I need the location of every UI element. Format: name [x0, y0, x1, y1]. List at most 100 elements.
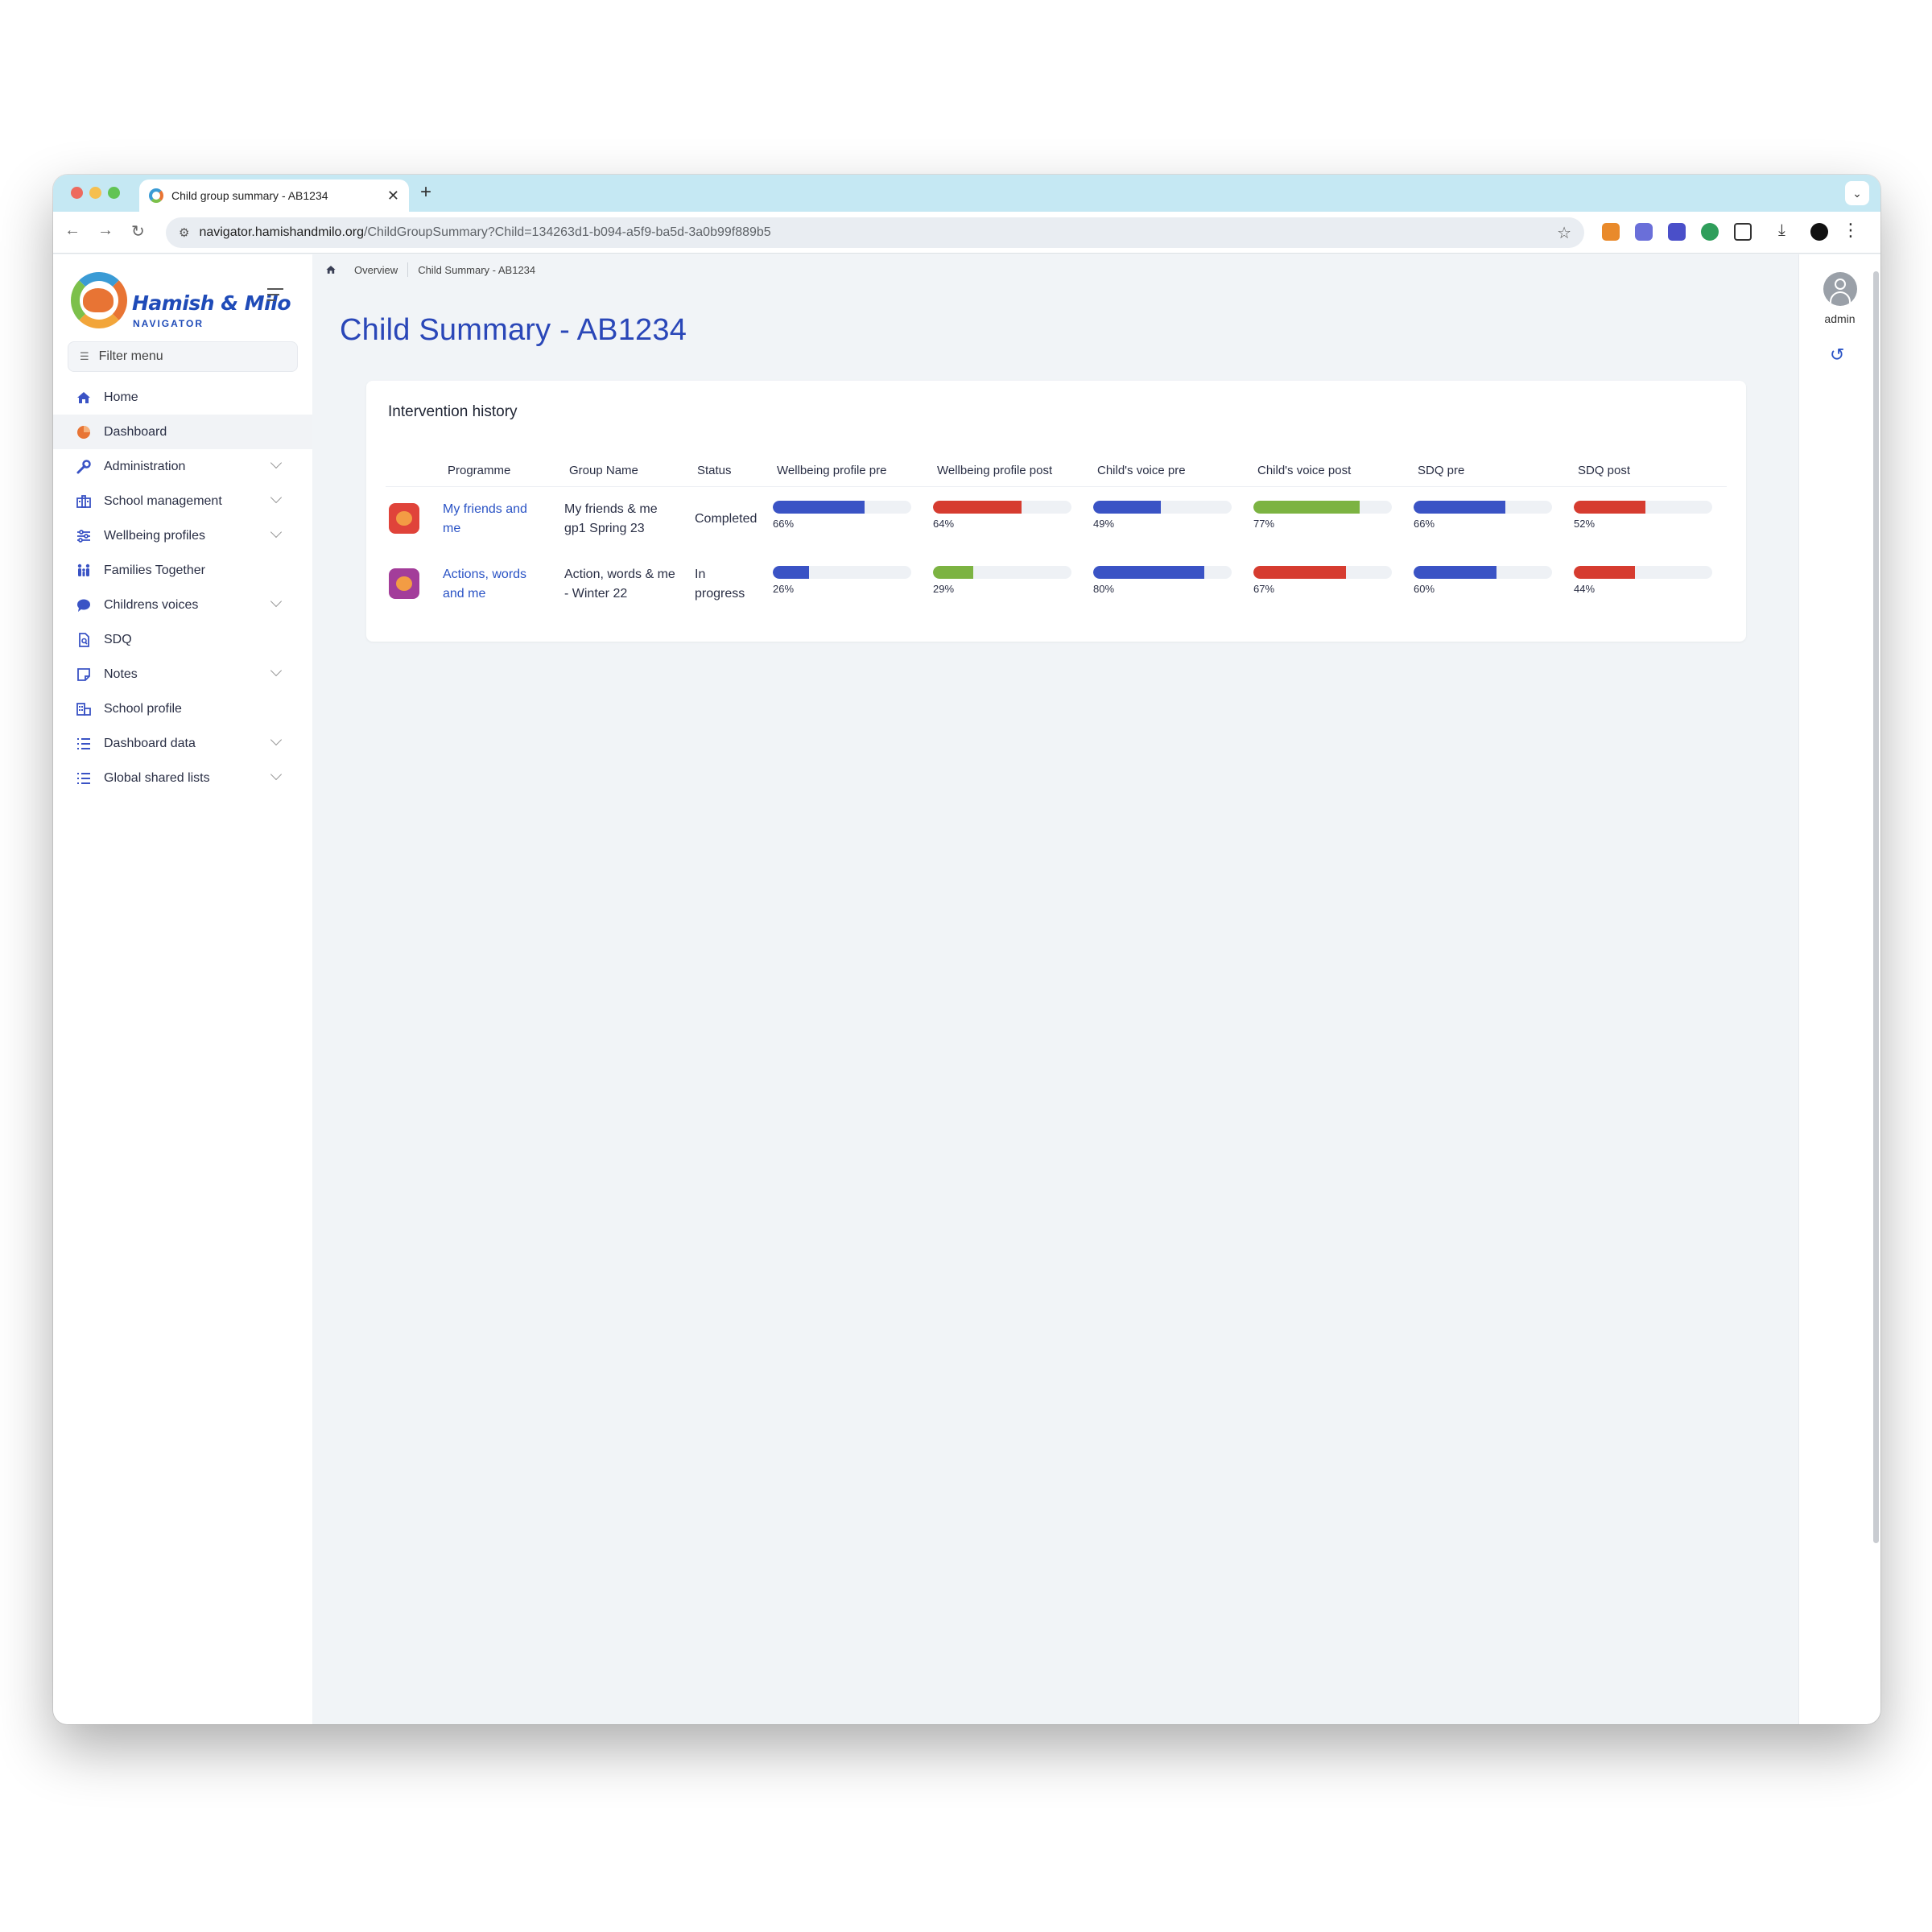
score-bar: 26%: [773, 566, 911, 595]
group-line: - Winter 22: [564, 587, 628, 601]
extension-icon[interactable]: [1668, 223, 1686, 241]
chevron-down-icon[interactable]: [270, 733, 283, 746]
bar-percent: 60%: [1414, 583, 1435, 595]
score-bar: 66%: [773, 501, 911, 530]
bar-track: [933, 566, 1071, 579]
sidebar-item-label: Dashboard: [104, 424, 167, 439]
browser-tab[interactable]: Child group summary - AB1234 ✕: [139, 180, 409, 212]
sidebar-item-school-management[interactable]: School management: [53, 484, 312, 518]
sidebar-item-administration[interactable]: Administration: [53, 449, 312, 484]
brand-subtitle: NAVIGATOR: [133, 318, 204, 329]
close-window-button[interactable]: [71, 187, 83, 199]
minimize-window-button[interactable]: [89, 187, 101, 199]
sidebar-item-label: Global shared lists: [104, 770, 210, 785]
sidebar-item-notes[interactable]: Notes: [53, 657, 312, 691]
sidebar-item-sdq[interactable]: SDQ: [53, 622, 312, 657]
sidebar-item-dashboard[interactable]: Dashboard: [53, 415, 312, 449]
chevron-down-icon[interactable]: [270, 768, 283, 781]
programme-link[interactable]: My friends and me: [443, 500, 527, 539]
programme-icon: [389, 503, 419, 534]
bar-track: [1414, 501, 1552, 514]
score-bar: 80%: [1093, 566, 1232, 595]
sidebar-item-label: SDQ: [104, 632, 132, 646]
site-settings-icon[interactable]: ⚙: [179, 225, 189, 240]
sidebar-item-label: Childrens voices: [104, 597, 199, 612]
bar-percent: 52%: [1574, 518, 1596, 530]
list-icon: [75, 735, 93, 753]
status-line: progress: [695, 587, 745, 601]
group-line: Action, words & me: [564, 568, 675, 581]
address-bar[interactable]: ⚙ navigator.hamishandmilo.org/ChildGroup…: [166, 217, 1584, 248]
sidebar-item-dashboard-data[interactable]: Dashboard data: [53, 726, 312, 761]
browser-profile-avatar[interactable]: [1810, 223, 1828, 241]
speech-bubble-icon: [75, 597, 93, 614]
url-host: navigator.hamishandmilo.org: [199, 225, 365, 239]
bar-fill: [773, 566, 809, 579]
column-header-childs-voice-pre: Child's voice pre: [1097, 464, 1186, 477]
maximize-window-button[interactable]: [108, 187, 120, 199]
collapse-sidebar-icon[interactable]: [267, 288, 283, 305]
score-bar: 67%: [1253, 566, 1392, 595]
bar-percent: 49%: [1093, 518, 1115, 530]
sidebar: Hamish & Milo NAVIGATOR ☰ Filter menu Ho…: [53, 254, 312, 1724]
browser-menu-icon[interactable]: ⋮: [1842, 220, 1860, 241]
programme-line: and me: [443, 587, 486, 601]
programme-line: My friends and: [443, 502, 527, 516]
chevron-down-icon[interactable]: [270, 456, 283, 469]
new-tab-button[interactable]: +: [420, 181, 431, 204]
group-name-cell: Action, words & me - Winter 22: [564, 565, 675, 604]
chevron-down-icon[interactable]: [270, 595, 283, 608]
sidebar-item-wellbeing-profiles[interactable]: Wellbeing profiles: [53, 518, 312, 553]
programme-line: Actions, words: [443, 568, 527, 581]
sidebar-item-childrens-voices[interactable]: Childrens voices: [53, 588, 312, 622]
column-header-wellbeing-pre: Wellbeing profile pre: [777, 464, 887, 477]
filter-menu-label: Filter menu: [98, 349, 163, 363]
sidebar-item-label: Wellbeing profiles: [104, 528, 205, 543]
user-avatar-icon[interactable]: [1823, 272, 1857, 306]
intervention-history-card: Intervention history Programme Group Nam…: [366, 381, 1746, 642]
score-bar: 64%: [933, 501, 1071, 530]
sidebar-item-families-together[interactable]: Families Together: [53, 553, 312, 588]
browser-window: Child group summary - AB1234 ✕ + ⌄ ← → ↻…: [53, 175, 1880, 1724]
download-icon[interactable]: ⤓: [1778, 221, 1785, 240]
status-cell: In progress: [695, 565, 745, 604]
refresh-icon[interactable]: ↺: [1830, 345, 1844, 365]
sidebar-item-label: Administration: [104, 459, 186, 473]
back-icon[interactable]: ←: [64, 221, 80, 240]
main-content: Overview Child Summary - AB1234 Child Su…: [312, 254, 1798, 1724]
header-divider: [386, 486, 1727, 487]
breadcrumb-overview[interactable]: Overview: [354, 264, 398, 276]
reload-icon[interactable]: ↻: [131, 221, 145, 242]
group-line: gp1 Spring 23: [564, 522, 645, 535]
extension-icon[interactable]: [1602, 223, 1620, 241]
close-tab-icon[interactable]: ✕: [387, 188, 399, 204]
bar-fill: [1574, 501, 1646, 514]
bar-fill: [1574, 566, 1635, 579]
sliders-icon: [75, 527, 93, 545]
sidebar-item-global-shared-lists[interactable]: Global shared lists: [53, 761, 312, 795]
filter-menu-input[interactable]: ☰ Filter menu: [68, 341, 298, 372]
sidebar-item-label: School profile: [104, 701, 182, 716]
sidebar-item-home[interactable]: Home: [53, 380, 312, 415]
chevron-down-icon[interactable]: [270, 664, 283, 677]
bar-fill: [1414, 566, 1497, 579]
bookmark-star-icon[interactable]: ☆: [1557, 223, 1571, 243]
forward-icon[interactable]: →: [97, 221, 114, 240]
bar-track: [773, 501, 911, 514]
extension-icon[interactable]: [1635, 223, 1653, 241]
home-icon[interactable]: [325, 264, 336, 275]
extension-icon[interactable]: [1701, 223, 1719, 241]
column-header-wellbeing-post: Wellbeing profile post: [937, 464, 1053, 477]
browser-toolbar: ← → ↻ ⚙ navigator.hamishandmilo.org/Chil…: [53, 212, 1880, 254]
chevron-down-icon[interactable]: [270, 526, 283, 539]
note-icon: [75, 666, 93, 683]
sidebar-item-school-profile[interactable]: School profile: [53, 691, 312, 726]
chevron-down-icon[interactable]: [270, 491, 283, 504]
extensions-puzzle-icon[interactable]: [1734, 223, 1752, 241]
programme-link[interactable]: Actions, words and me: [443, 565, 526, 604]
tab-search-button[interactable]: ⌄: [1845, 181, 1869, 205]
sidebar-item-label: School management: [104, 493, 222, 508]
score-bar: 60%: [1414, 566, 1552, 595]
scrollbar[interactable]: [1873, 271, 1879, 1543]
programme-line: me: [443, 522, 461, 535]
